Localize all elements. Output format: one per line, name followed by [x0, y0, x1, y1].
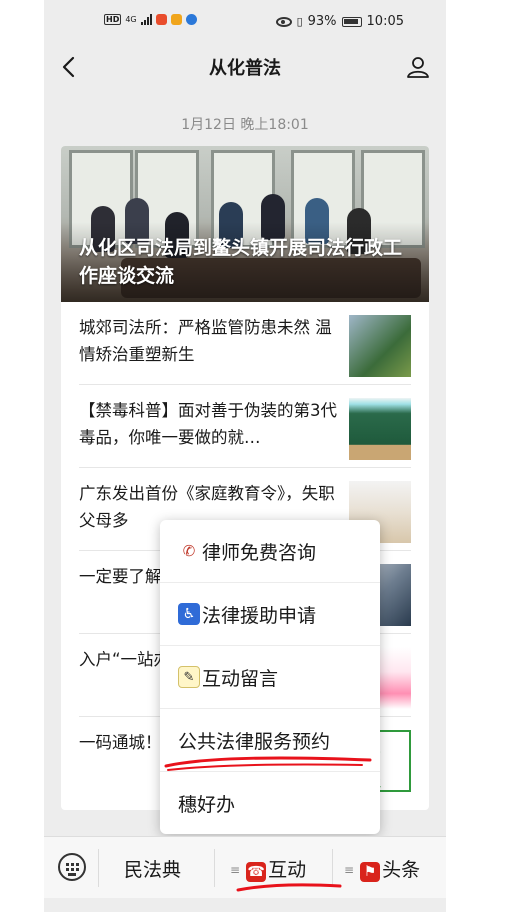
- menu-item-legal-aid[interactable]: ♿ 法律援助申请: [160, 583, 380, 646]
- phone-screen: HD 4G ▯ 93% 10:05 从化普法 1月12日 晚上18:01 从化区…: [44, 0, 446, 912]
- page-title: 从化普法: [209, 58, 281, 79]
- wheelchair-icon: ♿: [178, 603, 200, 625]
- profile-icon[interactable]: [406, 55, 430, 79]
- menu-lines-icon: ≡: [344, 863, 355, 877]
- battery-icon: [341, 16, 362, 27]
- menu-tab-label: 头条: [382, 859, 421, 881]
- app-notification-icon-2: [170, 14, 182, 25]
- menu-item-label: 穗好办: [178, 793, 236, 816]
- list-item-title[interactable]: 城郊司法所：严格监管防患未然 温情矫治重塑新生: [79, 314, 337, 368]
- list-item[interactable]: 城郊司法所：严格监管防患未然 温情矫治重塑新生: [79, 302, 411, 385]
- divider: [98, 849, 99, 887]
- headline-title[interactable]: 从化区司法局到鳌头镇开展司法行政工作座谈交流: [79, 234, 411, 290]
- list-item-thumbnail[interactable]: [349, 398, 411, 460]
- menu-tab-label: 互动: [268, 859, 307, 881]
- menu-item-service-booking[interactable]: 公共法律服务预约: [160, 709, 380, 772]
- menu-item-label: 互动留言: [202, 667, 279, 690]
- navigation-bar: 从化普法: [44, 44, 446, 90]
- right-margin: [446, 0, 506, 912]
- menu-tab-interaction[interactable]: ≡ ☎ 互动: [230, 855, 306, 882]
- divider: [214, 849, 215, 887]
- menu-item-label: 律师免费咨询: [202, 541, 317, 564]
- memo-icon: ✎: [178, 666, 200, 688]
- menu-item-label: 公共法律服务预约: [178, 730, 331, 753]
- menu-lines-icon: ≡: [230, 863, 241, 877]
- menu-item-lawyer-consult[interactable]: ✆ 律师免费咨询: [160, 520, 380, 583]
- menu-tab-civil-code[interactable]: 民法典: [124, 855, 181, 882]
- divider: [332, 849, 333, 887]
- app-notification-icon: [155, 14, 167, 25]
- menu-item-label: 法律援助申请: [202, 604, 317, 627]
- keyboard-icon[interactable]: [58, 853, 86, 881]
- headline-banner[interactable]: 从化区司法局到鳌头镇开展司法行政工作座谈交流: [61, 146, 429, 302]
- interaction-popup-menu: ✆ 律师免费咨询 ♿ 法律援助申请 ✎ 互动留言 公共法律服务预约 穗好办: [160, 520, 380, 834]
- list-item-title[interactable]: 【禁毒科普】面对善于伪装的第3代毒品，你唯一要做的就…: [79, 397, 337, 451]
- telephone-receiver-icon: ✆: [182, 542, 196, 560]
- status-bar: HD 4G ▯ 93% 10:05: [44, 0, 446, 44]
- hd-icon: HD: [104, 14, 122, 25]
- status-left: HD 4G: [104, 14, 197, 25]
- left-margin: [0, 0, 44, 912]
- list-item-thumbnail[interactable]: [349, 315, 411, 377]
- siren-icon: ⚑: [360, 862, 381, 882]
- network-label: 4G: [125, 14, 137, 24]
- clock: 10:05: [366, 14, 404, 29]
- status-right: ▯ 93% 10:05: [275, 14, 404, 29]
- bottom-menu-bar: 民法典 ≡ ☎ 互动 ≡ ⚑ 头条: [44, 836, 446, 899]
- app-notification-icon-3: [185, 14, 197, 25]
- list-item[interactable]: 【禁毒科普】面对善于伪装的第3代毒品，你唯一要做的就…: [79, 385, 411, 468]
- vibrate-icon: ▯: [296, 15, 303, 28]
- system-gesture-bar: [44, 898, 446, 912]
- battery-percent: 93%: [307, 14, 337, 29]
- message-timestamp: 1月12日 晚上18:01: [181, 117, 309, 133]
- eye-comfort-icon: [275, 16, 292, 27]
- menu-tab-headlines[interactable]: ≡ ⚑ 头条: [344, 855, 420, 882]
- menu-item-suihaoban[interactable]: 穗好办: [160, 772, 380, 834]
- signal-icon: [140, 14, 152, 25]
- menu-item-message[interactable]: ✎ 互动留言: [160, 646, 380, 709]
- telephone-icon: ☎: [246, 862, 267, 882]
